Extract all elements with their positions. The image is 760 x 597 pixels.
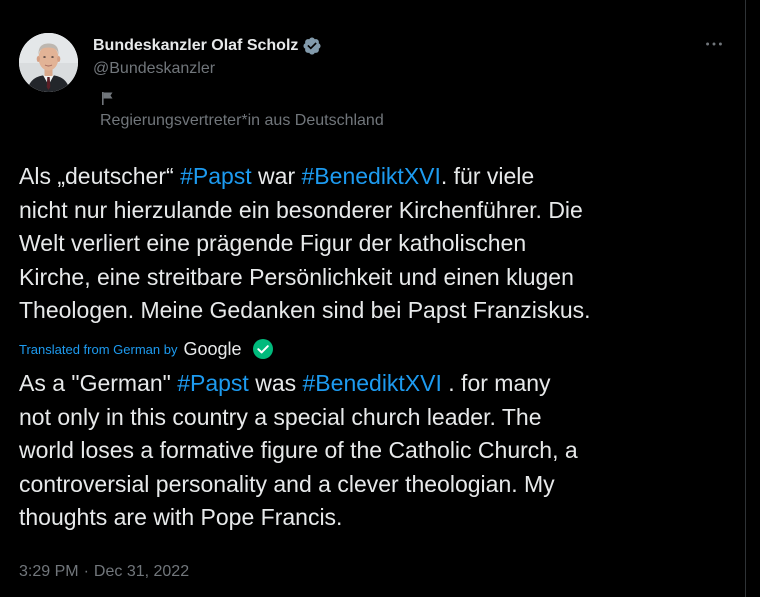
author-handle[interactable]: @Bundeskanzler [93, 60, 215, 78]
tweet-text-segment: . für viele [440, 163, 535, 189]
author-name-row[interactable]: Bundeskanzler Olaf Scholz [93, 36, 322, 56]
tweet-card: Bundeskanzler Olaf Scholz @Bundeskanzler… [0, 0, 745, 597]
translation-text-segment: . for many [441, 370, 551, 396]
translation-attribution: Translated from German by Google [19, 338, 274, 360]
tweet-line: nicht nur hierzulande ein besonderer Kir… [19, 196, 583, 223]
timestamp-separator: · [83, 563, 89, 580]
tweet-time[interactable]: 3:29 PM [19, 563, 79, 580]
translation-line: As a "German" #Papst was #BenediktXVI . … [19, 367, 734, 401]
avatar[interactable] [19, 33, 78, 92]
tweet-body: Als „deutscher“ #Papst war #BenediktXVI.… [19, 160, 734, 328]
tweet-line: Kirche, eine streitbare Persönlichkeit u… [19, 263, 574, 290]
check-circle-icon [252, 339, 273, 359]
tweet-text-segment: war [251, 163, 302, 189]
tweet-line: Theologen. Meine Gedanken sind bei Papst… [19, 297, 591, 324]
column-divider [745, 0, 746, 597]
translation-line: thoughts are with Pope Francis. [19, 504, 343, 531]
government-flag-icon [102, 92, 113, 105]
hashtag-link[interactable]: #Papst [180, 163, 252, 189]
translation-line: controversial personality and a clever t… [19, 470, 555, 497]
translation-body: As a "German" #Papst was #BenediktXVI . … [19, 367, 734, 535]
google-logo: Google [183, 338, 242, 359]
tweet-timestamp: 3:29 PM · Dec 31, 2022 [19, 563, 189, 581]
translation-line: not only in this country a special churc… [19, 403, 542, 430]
more-options-button[interactable] [700, 30, 728, 58]
translation-text-segment: was [248, 370, 303, 396]
display-name[interactable]: Bundeskanzler Olaf Scholz [93, 37, 298, 55]
translation-text-segment: As a "German" [19, 370, 178, 396]
translated-from-label[interactable]: Translated from German by [19, 342, 177, 357]
tweet-date[interactable]: Dec 31, 2022 [94, 563, 189, 580]
person-photo-icon [19, 33, 78, 92]
tweet-line: Welt verliert eine prägende Figur der ka… [19, 230, 527, 257]
tweet-text-segment: Als „deutscher“ [19, 163, 181, 189]
hashtag-link[interactable]: #Papst [177, 370, 249, 396]
translation-line: world loses a formative figure of the Ca… [19, 437, 578, 464]
more-horizontal-icon [706, 42, 722, 46]
hashtag-link[interactable]: #BenediktXVI [302, 163, 441, 189]
verified-badge-icon[interactable] [302, 36, 322, 56]
tweet-line: Als „deutscher“ #Papst war #BenediktXVI.… [19, 160, 734, 194]
hashtag-link[interactable]: #BenediktXVI [303, 370, 442, 396]
affiliation-label: Regierungsvertreter*in aus Deutschland [100, 112, 384, 129]
